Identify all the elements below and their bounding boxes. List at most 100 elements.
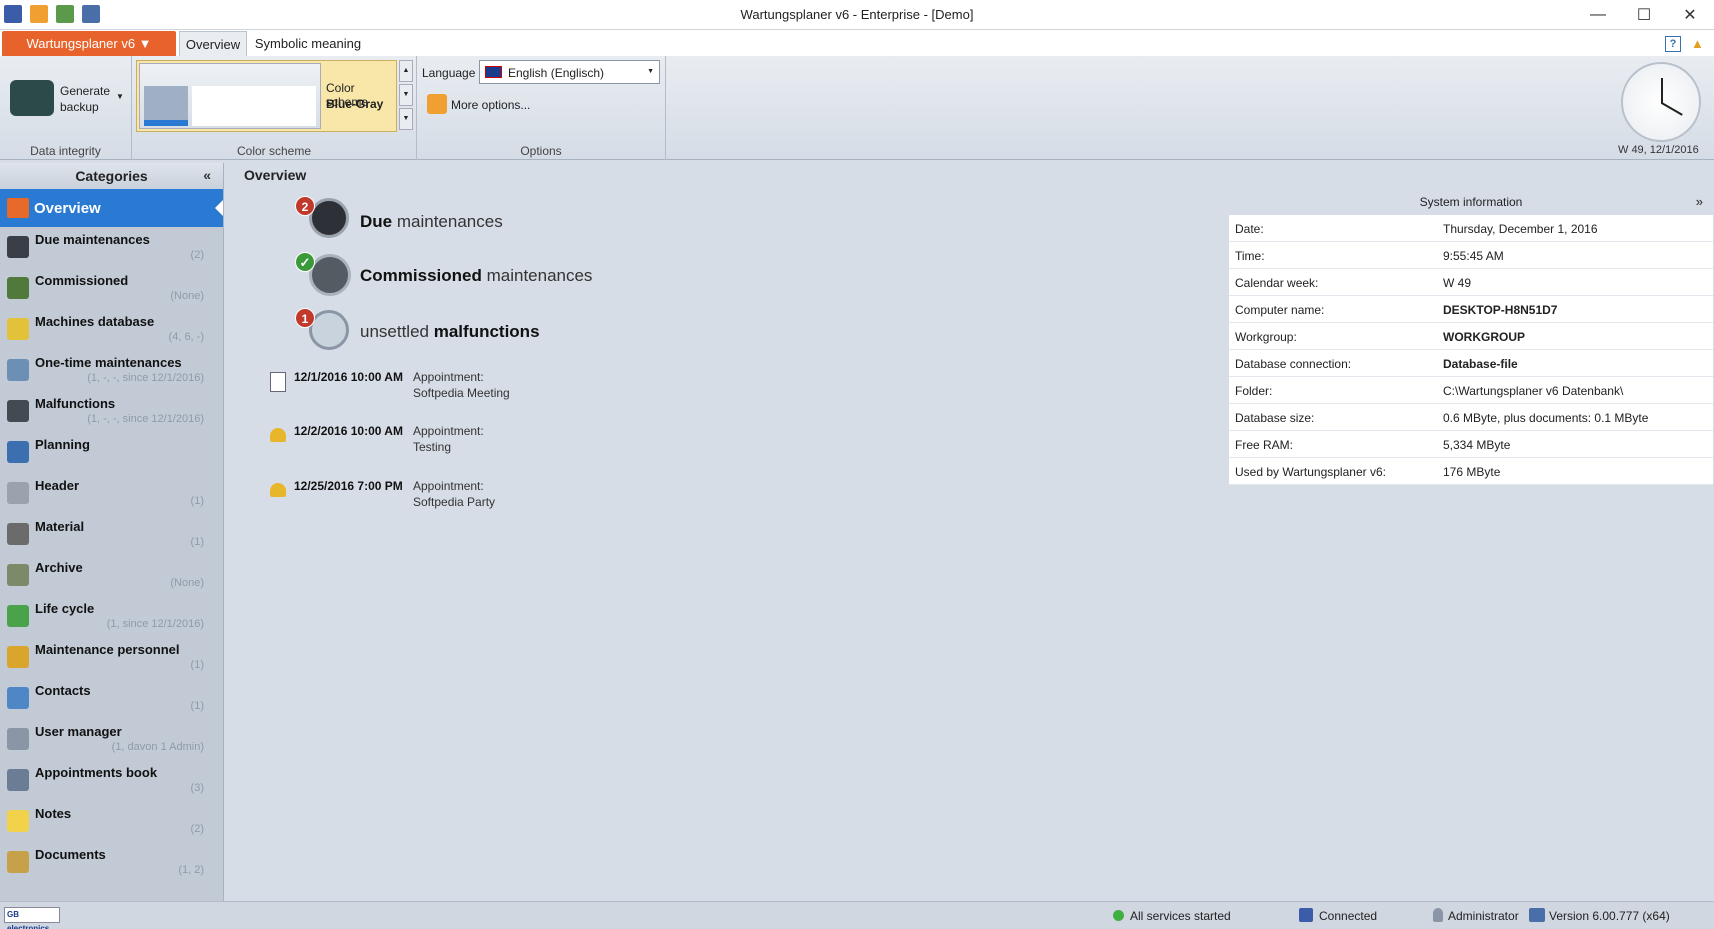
category-icon: [7, 605, 29, 627]
sidebar-item-label: Notes: [35, 806, 72, 821]
page-title: Overview: [244, 167, 307, 183]
sidebar-item[interactable]: Material (1): [0, 514, 223, 555]
help-icon[interactable]: ?: [1665, 36, 1681, 52]
sidebar-item[interactable]: User manager (1, davon 1 Admin): [0, 719, 223, 760]
commissioned-summary[interactable]: ✓ Commissioned maintenances: [295, 250, 615, 300]
window-title: Wartungsplaner v6 - Enterprise - [Demo]: [740, 7, 974, 22]
sidebar-item-count: (1): [190, 495, 204, 507]
category-icon: [7, 359, 29, 381]
user-icon: [1433, 908, 1443, 922]
sidebar-item[interactable]: Archive (None): [0, 555, 223, 596]
sysinfo-value: W 49: [1443, 276, 1472, 290]
sidebar-item-count: (1, since 12/1/2016): [106, 618, 204, 630]
generate-backup-button[interactable]: Generate backup ▼: [8, 78, 128, 124]
sidebar-item[interactable]: Appointments book (3): [0, 760, 223, 801]
appointment-text: Testing: [413, 440, 452, 454]
categories-panel: Categories « Overview Due maintenances (2…: [0, 163, 224, 901]
sysinfo-row: Workgroup: WORKGROUP: [1229, 323, 1713, 350]
sidebar-item[interactable]: One-time maintenances (1, -, -, since 12/…: [0, 350, 223, 391]
close-button[interactable]: ✕: [1667, 0, 1713, 30]
gb-electronics-logo: GB electronics: [4, 907, 60, 929]
sysinfo-row: Used by Wartungsplaner v6: 176 MByte: [1229, 458, 1713, 485]
sidebar-item[interactable]: Commissioned (None): [0, 268, 223, 309]
appointment-type: Appointment:: [413, 370, 484, 384]
gallery-scroll-down-button[interactable]: ▼: [399, 84, 413, 106]
sysinfo-row: Free RAM: 5,334 MByte: [1229, 431, 1713, 458]
check-badge-icon: ✓: [295, 252, 315, 272]
collapse-sysinfo-icon[interactable]: »: [1696, 191, 1703, 213]
uk-flag-icon: [485, 66, 502, 78]
sysinfo-key: Date:: [1235, 222, 1264, 236]
categories-title: Categories: [75, 168, 148, 184]
group-color-scheme: Color scheme Blue-Gray ▲ ▼ ▼ Color schem…: [132, 56, 417, 160]
sidebar-item-count: (1, -, -, since 12/1/2016): [87, 413, 204, 425]
color-scheme-preview: [139, 63, 321, 129]
gallery-scroll-up-button[interactable]: ▲: [399, 60, 413, 82]
sidebar-item[interactable]: Machines database (4, 6, -): [0, 309, 223, 350]
status-bar: GB electronics All services started Conn…: [0, 901, 1714, 929]
appointment-type: Appointment:: [413, 479, 484, 493]
sidebar-item[interactable]: Due maintenances (2): [0, 227, 223, 268]
collapse-panel-icon[interactable]: «: [203, 167, 211, 183]
appointment-date: 12/25/2016 7:00 PM: [294, 479, 403, 493]
due-text: Due maintenances: [360, 212, 503, 232]
sysinfo-value: C:\Wartungsplaner v6 Datenbank\: [1443, 384, 1624, 398]
sysinfo-value: 0.6 MByte, plus documents: 0.1 MByte: [1443, 411, 1649, 425]
appointment-text: Softpedia Meeting: [413, 386, 510, 400]
sidebar-item[interactable]: Malfunctions (1, -, -, since 12/1/2016): [0, 391, 223, 432]
sidebar-item-label: Commissioned: [35, 273, 129, 288]
sidebar-item[interactable]: Planning: [0, 432, 223, 473]
sysinfo-key: Workgroup:: [1235, 330, 1297, 344]
sidebar-item-label: Appointments book: [35, 765, 158, 780]
categories-header: Categories «: [0, 163, 223, 189]
category-icon: [7, 687, 29, 709]
color-scheme-gallery[interactable]: Color scheme Blue-Gray: [136, 60, 397, 132]
category-icon: [7, 728, 29, 750]
sysinfo-value: Database-file: [1443, 357, 1518, 371]
sidebar-item-overview[interactable]: Overview: [0, 189, 223, 227]
title-bar: Wartungsplaner v6 - Enterprise - [Demo] …: [0, 0, 1714, 30]
tab-symbolic-meaning[interactable]: Symbolic meaning: [252, 31, 364, 56]
sidebar-item[interactable]: Documents (1, 2): [0, 842, 223, 883]
sidebar-item-label: Planning: [35, 437, 90, 452]
tab-overview[interactable]: Overview: [179, 31, 247, 56]
sidebar-item[interactable]: Life cycle (1, since 12/1/2016): [0, 596, 223, 637]
backup-icon: [10, 80, 54, 116]
ribbon: Generate backup ▼ Data integrity Color s…: [0, 56, 1714, 160]
system-information-header: System information »: [1229, 191, 1713, 215]
backup-label-2: backup: [60, 100, 99, 114]
collapse-ribbon-icon[interactable]: ▲: [1691, 36, 1704, 51]
minimize-button[interactable]: —: [1575, 0, 1621, 30]
sidebar-item[interactable]: Maintenance personnel (1): [0, 637, 223, 678]
app-menu-tab[interactable]: Wartungsplaner v6 ▼: [2, 31, 176, 56]
due-maintenances-summary[interactable]: 2 Due maintenances: [295, 196, 595, 244]
system-information-rows: Date: Thursday, December 1, 2016 Time: 9:55…: [1229, 215, 1713, 485]
ribbon-tab-row: Wartungsplaner v6 ▼ Overview Symbolic me…: [0, 30, 1714, 56]
language-select[interactable]: English (Englisch) ▼: [479, 60, 660, 84]
stopwatch-icon: [309, 198, 349, 238]
more-options-button[interactable]: More options...: [427, 94, 557, 116]
sysinfo-row: Calendar week: W 49: [1229, 269, 1713, 296]
sysinfo-key: Used by Wartungsplaner v6:: [1235, 465, 1386, 479]
sidebar-item[interactable]: Notes (2): [0, 801, 223, 842]
category-icon: [7, 810, 29, 832]
maximize-button[interactable]: ☐: [1621, 0, 1667, 30]
sidebar-item-count: (4, 6, -): [168, 331, 204, 343]
category-icon: [7, 646, 29, 668]
due-rest: maintenances: [396, 212, 503, 231]
sidebar-item-count: (1): [190, 700, 204, 712]
category-icon: [7, 769, 29, 791]
malfunctions-text: unsettled malfunctions: [360, 322, 540, 342]
sidebar-item[interactable]: Header (1): [0, 473, 223, 514]
malfunctions-summary[interactable]: 1 unsettled malfunctions: [295, 306, 595, 354]
sysinfo-row: Folder: C:\Wartungsplaner v6 Datenbank\: [1229, 377, 1713, 404]
sysinfo-value: WORKGROUP: [1443, 330, 1525, 344]
connection-status-text: Connected: [1319, 909, 1378, 923]
sidebar-item[interactable]: Contacts (1): [0, 678, 223, 719]
sysinfo-row: Database size: 0.6 MByte, plus documents:…: [1229, 404, 1713, 431]
gallery-more-button[interactable]: ▼: [399, 108, 413, 130]
sysinfo-value: Thursday, December 1, 2016: [1443, 222, 1598, 236]
backup-label-1: Generate: [60, 84, 111, 98]
gauge-icon: [309, 254, 351, 296]
sidebar-item-count: (3): [190, 782, 204, 794]
